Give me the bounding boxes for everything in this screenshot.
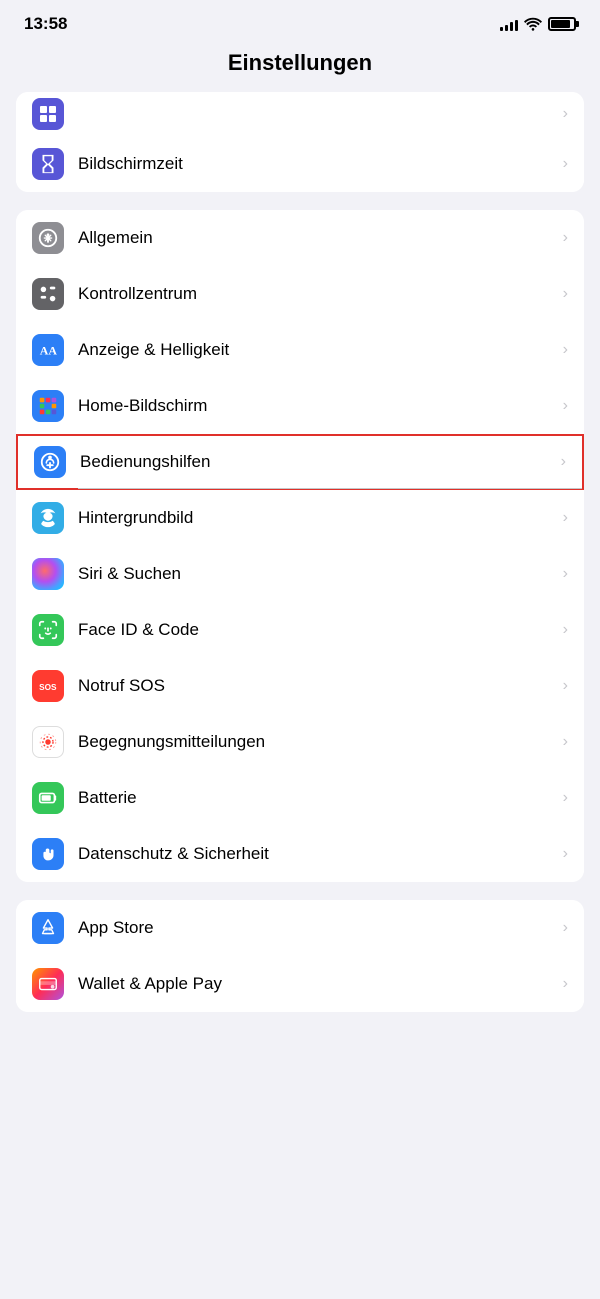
group-main: Allgemein › Kontrollzentrum › AA Anzeige…	[16, 210, 584, 882]
chevron-icon: ›	[563, 341, 568, 359]
bildschirmzeit-icon	[32, 148, 64, 180]
chevron-icon: ›	[563, 509, 568, 527]
bedienungshilfen-label: Bedienungshilfen	[80, 452, 553, 472]
chevron-icon: ›	[563, 229, 568, 247]
status-time: 13:58	[24, 14, 67, 34]
settings-row-appstore[interactable]: App Store ›	[16, 900, 584, 956]
faceid-icon	[32, 614, 64, 646]
status-bar: 13:58	[0, 0, 600, 42]
home-label: Home-Bildschirm	[78, 396, 555, 416]
group-partial: › Bildschirmzeit ›	[16, 92, 584, 192]
svg-text:SOS: SOS	[39, 683, 57, 692]
settings-row-partial[interactable]: ›	[16, 92, 584, 136]
kontrollzentrum-label: Kontrollzentrum	[78, 284, 555, 304]
settings-row-siri[interactable]: Siri & Suchen ›	[16, 546, 584, 602]
battery-icon	[548, 17, 576, 31]
settings-row-home[interactable]: Home-Bildschirm ›	[16, 378, 584, 434]
allgemein-icon	[32, 222, 64, 254]
batterie-icon	[32, 782, 64, 814]
chevron-icon: ›	[563, 975, 568, 993]
chevron-icon: ›	[563, 845, 568, 863]
anzeige-label: Anzeige & Helligkeit	[78, 340, 555, 360]
chevron-icon: ›	[563, 789, 568, 807]
notruf-icon: SOS	[32, 670, 64, 702]
begegnung-icon	[32, 726, 64, 758]
partial-icon	[32, 98, 64, 130]
settings-row-batterie[interactable]: Batterie ›	[16, 770, 584, 826]
datenschutz-label: Datenschutz & Sicherheit	[78, 844, 555, 864]
batterie-label: Batterie	[78, 788, 555, 808]
siri-icon	[32, 558, 64, 590]
settings-row-kontrollzentrum[interactable]: Kontrollzentrum ›	[16, 266, 584, 322]
siri-label: Siri & Suchen	[78, 564, 555, 584]
settings-row-datenschutz[interactable]: Datenschutz & Sicherheit ›	[16, 826, 584, 882]
settings-row-anzeige[interactable]: AA Anzeige & Helligkeit ›	[16, 322, 584, 378]
chevron-icon: ›	[563, 565, 568, 583]
chevron-icon: ›	[563, 621, 568, 639]
hintergrundbild-label: Hintergrundbild	[78, 508, 555, 528]
chevron-icon: ›	[563, 397, 568, 415]
chevron-icon: ›	[563, 105, 568, 123]
svg-text:AA: AA	[40, 344, 58, 358]
chevron-icon: ›	[563, 733, 568, 751]
kontrollzentrum-icon	[32, 278, 64, 310]
faceid-label: Face ID & Code	[78, 620, 555, 640]
appstore-label: App Store	[78, 918, 555, 938]
bedienungshilfen-icon	[34, 446, 66, 478]
settings-row-begegnung[interactable]: Begegnungsmitteilungen ›	[16, 714, 584, 770]
datenschutz-icon	[32, 838, 64, 870]
wallet-label: Wallet & Apple Pay	[78, 974, 555, 994]
page-title: Einstellungen	[0, 42, 600, 92]
hintergrundbild-icon	[32, 502, 64, 534]
allgemein-label: Allgemein	[78, 228, 555, 248]
home-icon	[32, 390, 64, 422]
chevron-icon: ›	[563, 677, 568, 695]
notruf-label: Notruf SOS	[78, 676, 555, 696]
chevron-icon: ›	[563, 285, 568, 303]
wifi-icon	[524, 17, 542, 31]
anzeige-icon: AA	[32, 334, 64, 366]
group-appstore: App Store › Wallet & Apple Pay ›	[16, 900, 584, 1012]
begegnung-label: Begegnungsmitteilungen	[78, 732, 555, 752]
chevron-icon: ›	[563, 155, 568, 173]
appstore-icon	[32, 912, 64, 944]
settings-row-hintergrundbild[interactable]: Hintergrundbild ›	[16, 490, 584, 546]
settings-row-faceid[interactable]: Face ID & Code ›	[16, 602, 584, 658]
signal-icon	[500, 17, 518, 31]
settings-row-wallet[interactable]: Wallet & Apple Pay ›	[16, 956, 584, 1012]
status-icons	[500, 17, 576, 31]
settings-row-bildschirmzeit[interactable]: Bildschirmzeit ›	[16, 136, 584, 192]
wallet-icon	[32, 968, 64, 1000]
chevron-icon: ›	[561, 453, 566, 471]
settings-row-bedienungshilfen[interactable]: Bedienungshilfen ›	[16, 434, 584, 490]
chevron-icon: ›	[563, 919, 568, 937]
bildschirmzeit-label: Bildschirmzeit	[78, 154, 555, 174]
settings-row-allgemein[interactable]: Allgemein ›	[16, 210, 584, 266]
settings-row-notruf[interactable]: SOS Notruf SOS ›	[16, 658, 584, 714]
